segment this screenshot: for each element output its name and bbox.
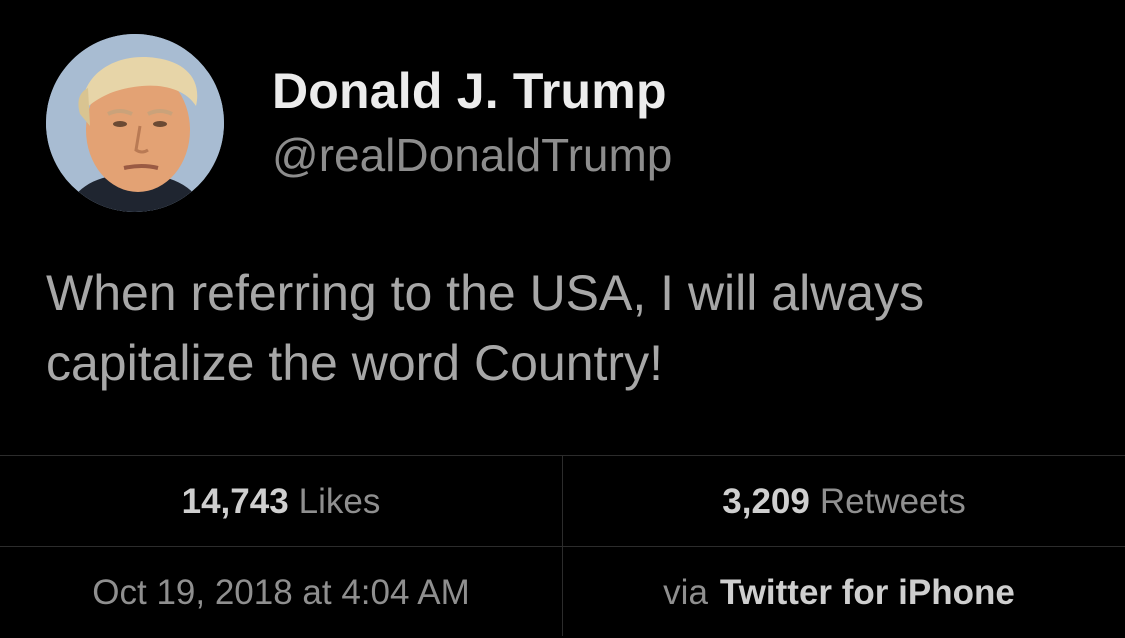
retweets-stat[interactable]: 3,209 Retweets	[563, 456, 1125, 547]
source-name: Twitter for iPhone	[719, 572, 1015, 612]
tweet-header: Donald J. Trump @realDonaldTrump	[46, 34, 672, 212]
avatar[interactable]	[46, 34, 224, 212]
retweets-label: Retweets	[819, 481, 966, 521]
avatar-image	[46, 34, 224, 212]
timestamp: Oct 19, 2018 at 4:04 AM	[0, 547, 562, 638]
likes-count: 14,743	[181, 481, 289, 521]
user-handle[interactable]: @realDonaldTrump	[272, 125, 672, 185]
likes-label: Likes	[298, 481, 381, 521]
via-label: via	[663, 572, 708, 612]
tweet-stats: 14,743 Likes 3,209 Retweets Oct 19, 2018…	[0, 455, 1125, 636]
retweets-count: 3,209	[722, 481, 810, 521]
likes-stat[interactable]: 14,743 Likes	[0, 456, 562, 547]
tweet-source[interactable]: via Twitter for iPhone	[563, 547, 1125, 638]
tweet-text: When referring to the USA, I will always…	[46, 265, 925, 391]
display-name[interactable]: Donald J. Trump	[272, 61, 672, 121]
timestamp-text: Oct 19, 2018 at 4:04 AM	[92, 572, 470, 612]
user-names: Donald J. Trump @realDonaldTrump	[272, 61, 672, 185]
